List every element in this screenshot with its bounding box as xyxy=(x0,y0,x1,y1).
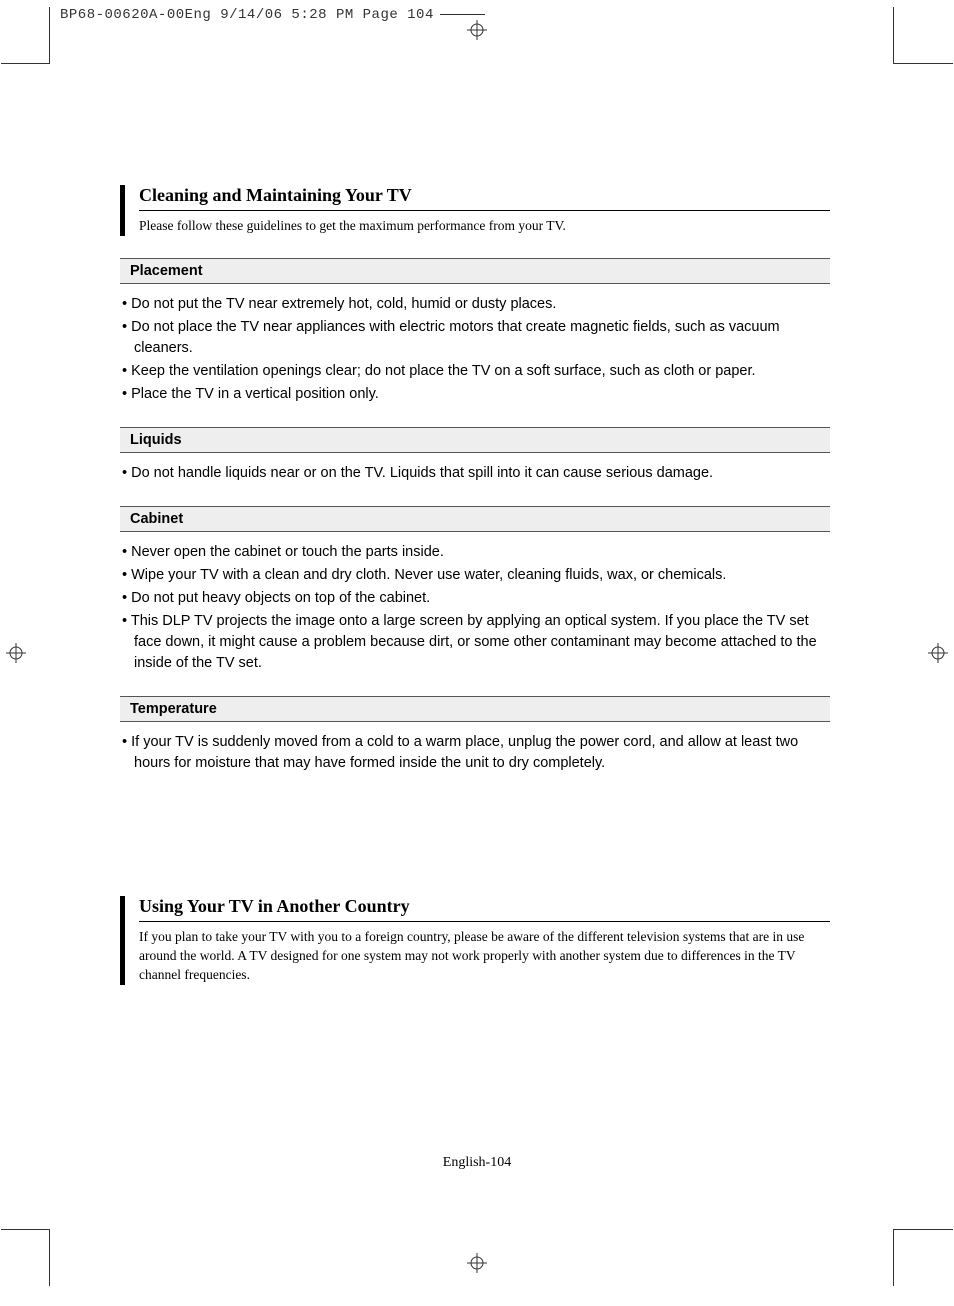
registration-mark-right-icon xyxy=(928,643,948,663)
bullet-text: • Do not place the TV near appliances wi… xyxy=(122,317,830,359)
registration-mark-top-icon xyxy=(467,20,487,40)
crop-mark-top-left xyxy=(49,7,50,63)
crop-mark-bottom-left xyxy=(49,1230,50,1286)
crop-mark-top-right xyxy=(893,7,894,63)
liquids-bullets: • Do not handle liquids near or on the T… xyxy=(122,463,830,484)
temperature-bullets: • If your TV is suddenly moved from a co… xyxy=(122,732,830,774)
page-number: English-104 xyxy=(443,1155,511,1170)
registration-mark-bottom-icon xyxy=(467,1253,487,1273)
slug-text: BP68-00620A-00Eng 9/14/06 5:28 PM Page 1… xyxy=(60,7,434,23)
crop-mark-bottom-right xyxy=(893,1230,894,1286)
section-cleaning: Cleaning and Maintaining Your TV Please … xyxy=(120,185,830,236)
section-subtitle-cleaning: Please follow these guidelines to get th… xyxy=(139,217,830,236)
registration-mark-left-icon xyxy=(6,643,26,663)
placement-bullets: • Do not put the TV near extremely hot, … xyxy=(122,294,830,405)
bullet-text: • Do not put the TV near extremely hot, … xyxy=(122,294,830,315)
bullet-text: • If your TV is suddenly moved from a co… xyxy=(122,732,830,774)
page-content: Cleaning and Maintaining Your TV Please … xyxy=(120,185,830,1005)
bullet-text: • Never open the cabinet or touch the pa… xyxy=(122,542,830,563)
section-title-cleaning: Cleaning and Maintaining Your TV xyxy=(139,185,830,211)
section-subtitle-another-country: If you plan to take your TV with you to … xyxy=(139,928,830,985)
bullet-text: • Do not handle liquids near or on the T… xyxy=(122,463,830,484)
subheading-placement: Placement xyxy=(120,258,830,284)
subheading-liquids: Liquids xyxy=(120,427,830,453)
cabinet-bullets: • Never open the cabinet or touch the pa… xyxy=(122,542,830,674)
bullet-text: • Place the TV in a vertical position on… xyxy=(122,384,830,405)
bullet-text: • Keep the ventilation openings clear; d… xyxy=(122,361,830,382)
bullet-text: • Do not put heavy objects on top of the… xyxy=(122,588,830,609)
page-footer: English-104 xyxy=(0,1155,954,1171)
subheading-temperature: Temperature xyxy=(120,696,830,722)
section-title-another-country: Using Your TV in Another Country xyxy=(139,896,830,922)
bullet-text: • This DLP TV projects the image onto a … xyxy=(122,611,830,674)
subheading-cabinet: Cabinet xyxy=(120,506,830,532)
document-slug: BP68-00620A-00Eng 9/14/06 5:28 PM Page 1… xyxy=(60,7,485,23)
bullet-text: • Wipe your TV with a clean and dry clot… xyxy=(122,565,830,586)
section-another-country: Using Your TV in Another Country If you … xyxy=(120,896,830,985)
